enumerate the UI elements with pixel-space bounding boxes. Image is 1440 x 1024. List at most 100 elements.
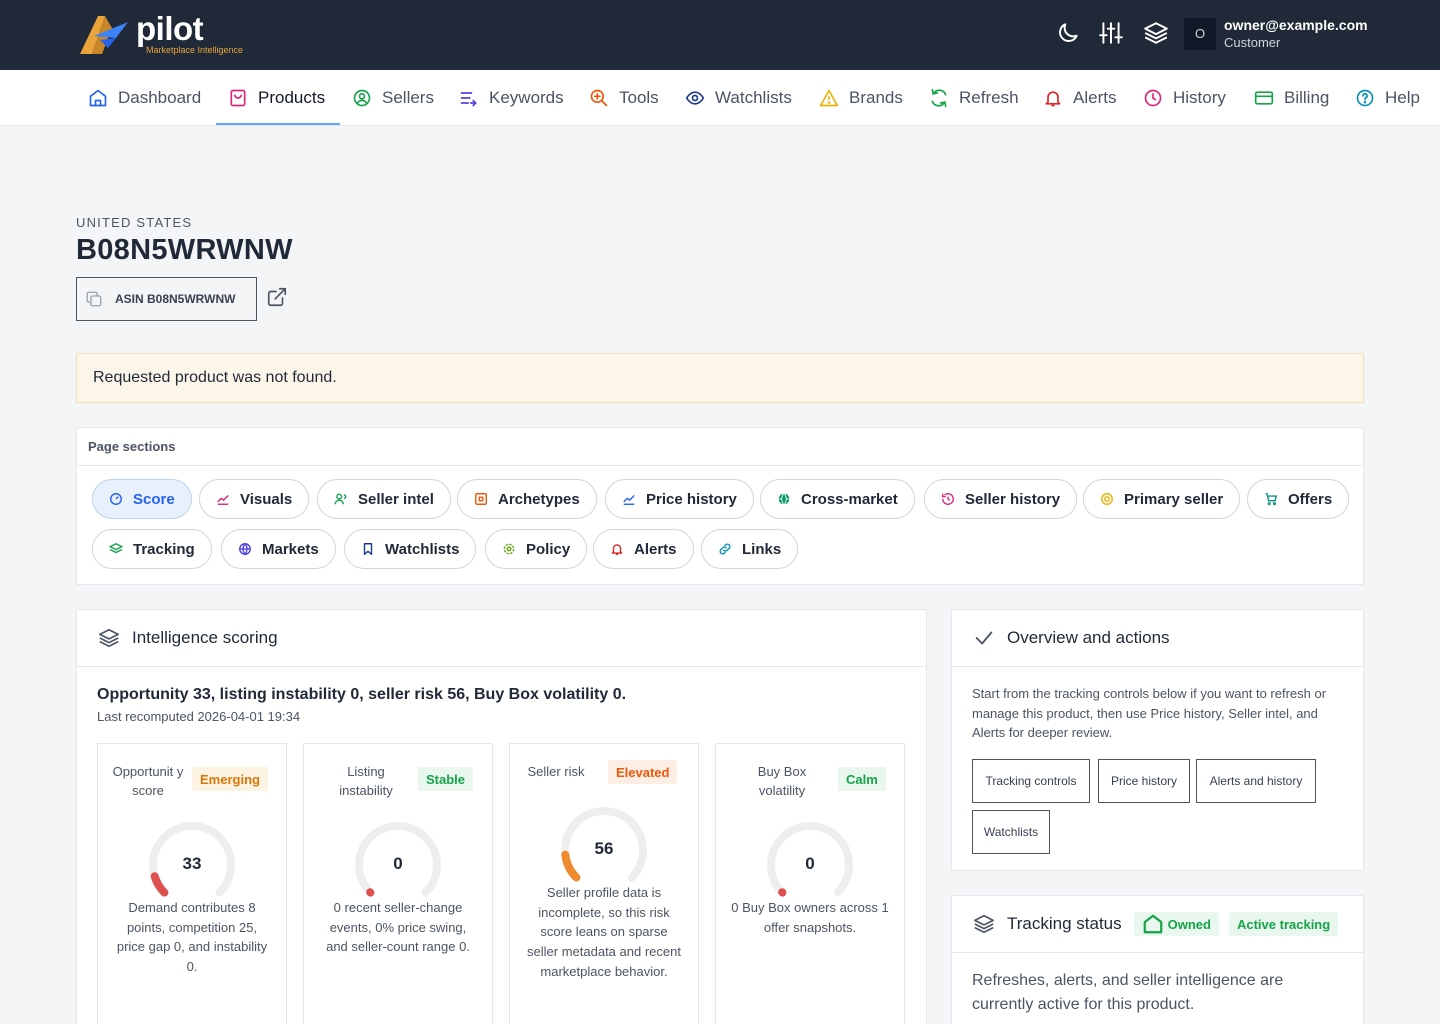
card-title: Tracking status — [1007, 914, 1122, 933]
nav-sellers[interactable]: Sellers — [352, 70, 434, 126]
layers-icon[interactable] — [1143, 20, 1169, 46]
page-sections-panel: Page sections Score Visuals Seller intel… — [76, 427, 1364, 585]
tracking-controls-button[interactable]: Tracking controls — [972, 759, 1090, 803]
avatar[interactable]: O — [1184, 18, 1216, 50]
gear-icon — [503, 543, 515, 555]
metric-card-buy-box-volatility: Buy Box volatility Calm 0 0 Buy Box owne… — [715, 743, 905, 1024]
country-label: UNITED STATES — [76, 215, 193, 230]
pill-label: Alerts — [634, 540, 677, 558]
owned-badge-label: Owned — [1167, 916, 1211, 932]
price-history-button[interactable]: Price history — [1098, 759, 1190, 803]
section-pill-primary-seller[interactable]: Primary seller — [1083, 479, 1241, 519]
pill-label: Visuals — [240, 490, 293, 508]
card-header: Intelligence scoring — [77, 610, 926, 667]
nav-help[interactable]: Help — [1355, 70, 1420, 126]
copy-asin-button[interactable]: ASIN B08N5WRWNW — [76, 277, 257, 321]
nav-label: Sellers — [382, 88, 434, 107]
nav-billing[interactable]: Billing — [1254, 70, 1329, 126]
metric-badge: Emerging — [192, 767, 268, 791]
watchlists-button[interactable]: Watchlists — [972, 810, 1050, 854]
pill-label: Price history — [646, 490, 737, 508]
alert-message: Requested product was not found. — [93, 369, 337, 386]
gauge-value: 0 — [805, 854, 815, 873]
last-recomputed: Last recomputed 2026-04-01 19:34 — [97, 709, 301, 724]
pill-label: Watchlists — [385, 540, 460, 558]
moon-icon[interactable] — [1055, 20, 1081, 46]
section-pill-seller-intel[interactable]: Seller intel — [317, 479, 451, 519]
not-found-alert: Requested product was not found. — [76, 353, 1364, 403]
pill-label: Seller history — [965, 490, 1061, 508]
gauge-value: 33 — [182, 854, 202, 873]
section-pill-visuals[interactable]: Visuals — [199, 479, 310, 519]
pill-label: Primary seller — [1124, 490, 1224, 508]
eye-icon — [685, 91, 705, 105]
section-pill-archetypes[interactable]: Archetypes — [457, 479, 597, 519]
overview-actions-card: Overview and actions Start from the trac… — [951, 609, 1364, 871]
cart-icon — [1265, 493, 1278, 506]
section-pill-alerts[interactable]: Alerts — [593, 529, 694, 569]
nav-watchlists[interactable]: Watchlists — [685, 70, 792, 126]
alerts-history-button[interactable]: Alerts and history — [1196, 759, 1316, 803]
nav-dashboard[interactable]: Dashboard — [88, 70, 201, 126]
user-email[interactable]: owner@example.com — [1224, 17, 1368, 33]
nav-keywords[interactable]: Keywords — [459, 70, 564, 126]
card-title: Intelligence scoring — [132, 628, 278, 647]
bookmark-icon — [363, 543, 373, 555]
pill-label: Markets — [262, 540, 319, 558]
pill-label: Tracking — [133, 540, 195, 558]
section-pill-seller-history[interactable]: Seller history — [924, 479, 1078, 519]
zoom-plus-icon — [590, 89, 608, 107]
nav-label: Help — [1385, 88, 1420, 107]
metric-badge: Stable — [418, 767, 474, 791]
clock-icon — [1144, 89, 1162, 107]
section-pill-score[interactable]: Score — [92, 479, 192, 519]
line-chart-icon — [217, 495, 229, 505]
bell-icon — [611, 544, 623, 555]
nav-label: Watchlists — [715, 88, 792, 107]
metric-card-seller-risk: Seller risk Elevated 56 Seller profile d… — [509, 743, 699, 1024]
section-pill-watchlists[interactable]: Watchlists — [344, 529, 477, 569]
nav-tools[interactable]: Tools — [589, 70, 659, 126]
nav-alerts[interactable]: Alerts — [1043, 70, 1116, 126]
main-nav: Dashboard Products Sellers Keywords Tool… — [0, 70, 1440, 126]
section-pill-policy[interactable]: Policy — [485, 529, 588, 569]
logo-tagline: Marketplace Intelligence — [146, 45, 244, 55]
asin-chip-label: ASIN B08N5WRWNW — [115, 292, 236, 306]
help-circle-icon — [1356, 89, 1374, 107]
check-icon — [975, 631, 993, 645]
intelligence-scoring-card: Intelligence scoring Opportunity 33, lis… — [76, 609, 927, 1024]
globe-icon — [239, 543, 251, 556]
nav-refresh[interactable]: Refresh — [929, 70, 1019, 126]
users-icon — [334, 493, 347, 505]
app-logo[interactable]: pilot Marketplace Intelligence — [78, 10, 268, 58]
stack-icon — [109, 542, 123, 554]
list-arrow-icon — [460, 92, 477, 107]
tracking-status-card: Tracking status Owned Active tracking Re… — [951, 895, 1364, 1024]
score-summary: Opportunity 33, listing instability 0, s… — [97, 686, 627, 703]
pill-label: Score — [133, 490, 175, 508]
sliders-icon[interactable] — [1098, 20, 1124, 46]
nav-label: Dashboard — [118, 88, 202, 107]
external-link-icon[interactable] — [266, 286, 288, 308]
bag-icon — [230, 89, 246, 107]
layers-icon — [99, 628, 119, 648]
bell-icon — [1045, 91, 1061, 107]
metric-card-opportunity: Opportunit y score Emerging 33 Demand co… — [97, 743, 287, 1024]
nav-label: Brands — [849, 88, 903, 107]
gauge-value: 56 — [594, 839, 614, 858]
nav-label: Keywords — [489, 88, 564, 107]
section-pill-markets[interactable]: Markets — [221, 529, 336, 569]
nav-history[interactable]: History — [1143, 70, 1226, 126]
section-pill-cross-market[interactable]: Cross-market — [760, 479, 915, 519]
nav-label: History — [1173, 88, 1226, 107]
pill-label: Seller intel — [358, 490, 434, 508]
pill-label: Policy — [526, 540, 571, 558]
pill-label: Archetypes — [498, 490, 580, 508]
nav-products[interactable]: Products — [228, 70, 325, 126]
section-pill-tracking[interactable]: Tracking — [92, 529, 212, 569]
pill-label: Cross-market — [801, 490, 898, 508]
section-pill-price-history[interactable]: Price history — [605, 479, 754, 519]
nav-brands[interactable]: Brands — [819, 70, 903, 126]
section-pill-offers[interactable]: Offers — [1247, 479, 1350, 519]
section-pill-links[interactable]: Links — [701, 529, 799, 569]
